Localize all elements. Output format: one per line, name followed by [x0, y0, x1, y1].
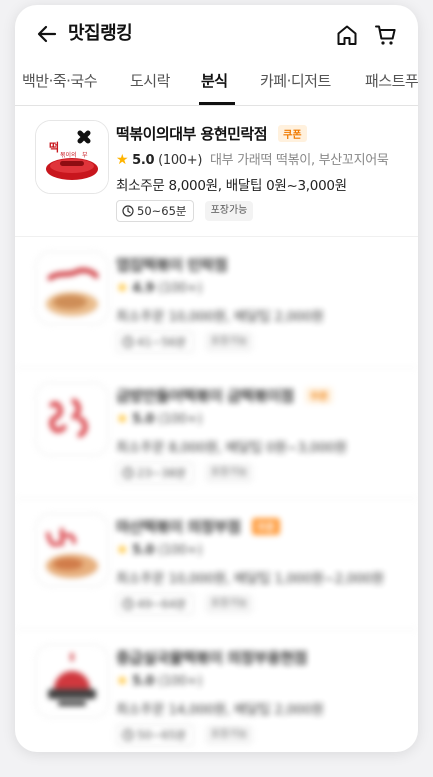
- svg-text:볶이의: 볶이의: [60, 151, 77, 159]
- restaurant-item[interactable]: 중급실국물떡볶이 의정부용현점 ★ 5.0 (100+) 최소주문 14,000…: [15, 630, 418, 752]
- review-count: (100+): [158, 281, 203, 296]
- star-icon: ★: [116, 411, 129, 427]
- takeout-tag: 포장가능: [204, 463, 254, 483]
- tab-snack[interactable]: 분식: [201, 70, 228, 91]
- rating-value: 5.0: [132, 674, 155, 689]
- takeout-tag: 포장가능: [204, 725, 254, 745]
- delivery-time: 50~65분: [137, 728, 187, 742]
- restaurant-name: 중급실국물떡볶이 의정부용현점: [116, 649, 307, 667]
- takeout-tag: 포장가능: [204, 201, 254, 221]
- name-row: 마산떡볶이 의정부점 쿠폰: [116, 516, 280, 538]
- name-row: 중급실국물떡볶이 의정부용현점: [116, 647, 307, 669]
- delivery-time-chip: 23~38분: [116, 462, 195, 484]
- rating-row: ★ 5.0 (100+): [116, 411, 202, 427]
- fee-info: 최소주문 8,000원, 배달팁 0원~3,000원: [116, 440, 347, 456]
- review-count: (100+): [158, 153, 203, 168]
- restaurant-item[interactable]: 금방만들어떡볶이 금떡볶이점 쿠폰 ★ 5.0 (100+) 최소주문 8,00…: [15, 368, 418, 499]
- delivery-time: 23~38분: [137, 466, 187, 480]
- rating-row: ★ 4.9 (100+): [116, 280, 202, 296]
- delivery-time-chip: 50~65분: [116, 724, 195, 746]
- restaurant-logo: 떡 볶이의 부: [35, 120, 109, 194]
- restaurant-name: 마산떡볶이 의정부점: [116, 518, 241, 536]
- star-icon: ★: [116, 673, 129, 689]
- clock-icon: [122, 598, 134, 610]
- rating-value: 5.0: [132, 153, 155, 168]
- restaurant-item[interactable]: 마산떡볶이 의정부점 쿠폰 ★ 5.0 (100+) 최소주문 10,000원,…: [15, 499, 418, 630]
- rating-row: ★ 5.0 (100+): [116, 542, 202, 558]
- rating-row: ★ 5.0 (100+) 대부 가래떡 떡볶이, 부산꼬지어묵: [116, 149, 389, 168]
- coupon-badge: 쿠폰: [304, 387, 334, 404]
- star-icon: ★: [116, 152, 129, 168]
- restaurant-logo: [35, 251, 109, 325]
- food-photo-image: [36, 514, 108, 586]
- delivery-time-chip: 49~64분: [116, 593, 195, 615]
- category-tabs: 백반·죽·국수 도시락 분식 카페·디저트 패스트푸드: [15, 65, 418, 106]
- rating-row: ★ 5.0 (100+): [116, 673, 202, 689]
- restaurant-name: 엽집떡볶이 민락점: [116, 256, 228, 274]
- restaurant-name: 떡볶이의대부 용현민락점: [116, 125, 268, 143]
- coupon-badge: 쿠폰: [278, 125, 307, 142]
- logo-image: [36, 645, 108, 717]
- tteokbokki-logo-image: 떡 볶이의 부: [36, 121, 108, 193]
- delivery-time: 41~56분: [137, 335, 187, 349]
- restaurant-logo: [35, 513, 109, 587]
- rating-value: 5.0: [132, 543, 155, 558]
- restaurant-logo: [35, 644, 109, 718]
- star-icon: ★: [116, 542, 129, 558]
- tab-cafe-dessert[interactable]: 카페·디저트: [260, 70, 331, 91]
- home-icon[interactable]: [335, 23, 359, 47]
- takeout-tag: 포장가능: [204, 332, 254, 352]
- delivery-time: 49~64분: [137, 597, 187, 611]
- page-title: 맛집랭킹: [68, 23, 133, 44]
- name-row: 금방만들어떡볶이 금떡볶이점 쿠폰: [116, 385, 334, 407]
- coupon-badge: 쿠폰: [251, 518, 280, 535]
- clock-icon: [122, 205, 134, 217]
- restaurant-name: 금방만들어떡볶이 금떡볶이점: [116, 387, 294, 405]
- logo-image: [36, 383, 108, 455]
- food-photo-image: [36, 252, 108, 324]
- rating-value: 4.9: [132, 281, 155, 296]
- tags-row: 49~64분 포장가능: [116, 593, 254, 615]
- takeout-tag: 포장가능: [204, 594, 254, 614]
- name-row: 떡볶이의대부 용현민락점 쿠폰: [116, 123, 307, 145]
- rating-value: 5.0: [132, 412, 155, 427]
- restaurant-item[interactable]: 엽집떡볶이 민락점 ★ 4.9 (100+) 최소주문 10,000원, 배달팁…: [15, 237, 418, 368]
- back-arrow-icon[interactable]: [35, 22, 59, 46]
- tab-fastfood[interactable]: 패스트푸드: [365, 70, 418, 91]
- review-count: (100+): [158, 543, 203, 558]
- svg-text:떡: 떡: [49, 140, 59, 154]
- active-tab-indicator: [199, 102, 235, 105]
- restaurant-item[interactable]: 떡 볶이의 부 떡볶이의대부 용현민락점 쿠폰 ★ 5.0 (100+) 대부 …: [15, 106, 418, 237]
- svg-text:부: 부: [82, 152, 88, 159]
- delivery-time-chip: 50~65분: [116, 200, 195, 222]
- menu-description: 대부 가래떡 떡볶이, 부산꼬지어묵: [210, 153, 389, 168]
- review-count: (100+): [158, 412, 203, 427]
- restaurant-logo: [35, 382, 109, 456]
- cart-icon[interactable]: [374, 23, 398, 47]
- tags-row: 50~65분 포장가능: [116, 724, 254, 746]
- fee-info: 최소주문 10,000원, 배달팁 2,000원: [116, 309, 324, 325]
- clock-icon: [122, 467, 134, 479]
- tab-noodles[interactable]: 백반·죽·국수: [22, 70, 98, 91]
- fee-info: 최소주문 10,000원, 배달팁 1,000원~2,000원: [116, 571, 384, 587]
- tab-lunchbox[interactable]: 도시락: [130, 70, 170, 91]
- name-row: 엽집떡볶이 민락점: [116, 254, 228, 276]
- tags-row: 41~56분 포장가능: [116, 331, 254, 353]
- tags-row: 23~38분 포장가능: [116, 462, 254, 484]
- delivery-time-chip: 41~56분: [116, 331, 195, 353]
- tags-row: 50~65분 포장가능: [116, 200, 254, 222]
- delivery-time: 50~65분: [137, 204, 187, 218]
- star-icon: ★: [116, 280, 129, 296]
- fee-info: 최소주문 14,000원, 배달팁 2,000원: [116, 702, 324, 718]
- fee-info: 최소주문 8,000원, 배달팁 0원~3,000원: [116, 178, 347, 194]
- clock-icon: [122, 729, 134, 741]
- review-count: (100+): [158, 674, 203, 689]
- app-bar: 맛집랭킹: [15, 5, 418, 65]
- clock-icon: [122, 336, 134, 348]
- phone-screen: 맛집랭킹 백반·죽·국수 도시락 분식 카페·디저트 패스트푸드: [15, 5, 418, 752]
